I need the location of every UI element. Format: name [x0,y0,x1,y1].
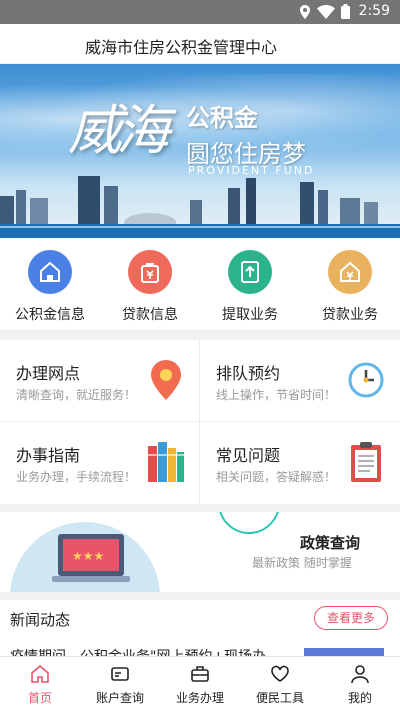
tab-tools[interactable]: 便民工具 [240,657,320,710]
banner-calligraphy: 威海 [68,99,170,162]
grid-item-provident-fund-info[interactable]: 公积金信息 [0,238,100,330]
clipboard-icon [351,442,381,482]
withdraw-icon [228,250,272,294]
service-title: 办事指南 [16,446,81,465]
decorative-arc [218,512,280,534]
city-skyline [0,176,400,238]
service-desc: 线上操作，节省时间！ [216,388,337,402]
policy-desc: 最新政策 随时掌握 [252,556,352,570]
grid-item-loan-info[interactable]: 贷款信息 [100,238,200,330]
news-thumbnail[interactable] [304,648,384,656]
grid-item-label: 贷款信息 [122,307,178,323]
tab-account-query[interactable]: 账户查询 [80,657,160,710]
policy-title: 政策查询 [300,534,361,552]
news-item[interactable]: 疫情期间，公积金业务"网上预约+现场办 [10,646,266,656]
service-title: 办理网点 [16,364,81,383]
tab-label: 业务办理 [175,691,224,705]
service-desc: 业务办理，手续流程！ [16,470,137,484]
heart-icon [271,665,289,682]
news-section: 新闻动态 查看更多 疫情期间，公积金业务"网上预约+现场办 [0,600,400,656]
service-title: 常见问题 [216,446,281,465]
page-title: 威海市住房公积金管理中心 [85,38,278,57]
service-desc: 清晰查询，就近服务！ [16,388,137,402]
service-card-queue[interactable]: 排队预约 线上操作，节省时间！ [200,340,400,422]
svg-text:★★★: ★★★ [72,549,104,563]
tab-label: 我的 [347,691,372,705]
clock-icon [348,362,384,398]
status-bar: 2:59 [0,0,400,24]
tab-mine[interactable]: 我的 [320,657,400,710]
tab-label: 便民工具 [255,691,304,705]
location-icon [300,4,310,19]
location-pin-icon [151,360,181,400]
loan-bag-icon [128,250,172,294]
grid-item-label: 提取业务 [222,307,278,323]
laptop-icon: ★★★ [52,534,130,582]
battery-icon [341,4,350,19]
app-header: 威海市住房公积金管理中心 [0,24,400,64]
banner[interactable]: 威海 公积金 圆您住房梦 PROVIDENT FUND [0,64,400,238]
grid-item-loan-business[interactable]: 贷款业务 [300,238,400,330]
grid-item-label: 贷款业务 [322,307,378,323]
quick-grid: 公积金信息 贷款信息 提取业务 贷款业务 [0,238,400,330]
view-more-button[interactable]: 查看更多 [313,606,388,630]
tab-home[interactable]: 首页 [0,657,80,710]
tab-label: 首页 [27,691,52,705]
service-desc: 相关问题，答疑解惑！ [216,470,337,484]
card-icon [111,667,129,681]
tab-business[interactable]: 业务办理 [160,657,240,710]
policy-query-banner[interactable]: ★★★ 政策查询 最新政策 随时掌握 [0,512,400,592]
user-icon [351,665,369,684]
wifi-icon [317,4,335,19]
house-yen-icon [328,250,372,294]
service-card-outlets[interactable]: 办理网点 清晰查询，就近服务！ [0,340,200,422]
bottom-tab-bar: 首页 账户查询 业务办理 便民工具 我的 [0,656,400,710]
service-title: 排队预约 [216,364,281,383]
service-card-guide[interactable]: 办事指南 业务办理，手续流程！ [0,422,200,504]
grid-item-withdrawal[interactable]: 提取业务 [200,238,300,330]
books-icon [148,442,184,482]
status-time: 2:59 [358,3,390,19]
service-card-faq[interactable]: 常见问题 相关问题，答疑解惑！ [200,422,400,504]
home-icon [31,664,49,683]
grid-item-label: 公积金信息 [15,307,85,323]
tab-label: 账户查询 [95,691,144,705]
service-cards: 办理网点 清晰查询，就近服务！ 排队预约 线上操作，节省时间！ 办事指南 业务办… [0,340,400,504]
briefcase-icon [191,666,209,682]
status-icons [299,4,350,19]
banner-headline: 公积金 [186,104,258,132]
news-heading: 新闻动态 [10,611,71,629]
house-icon [28,250,72,294]
